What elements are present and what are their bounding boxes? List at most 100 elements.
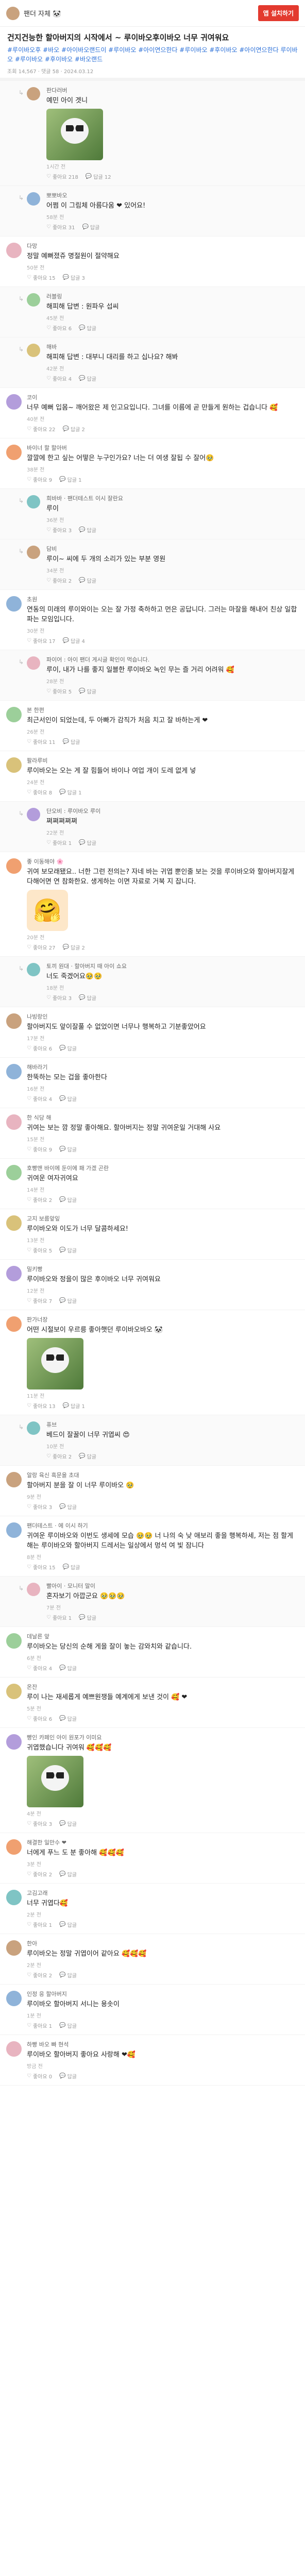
like-button[interactable]: ♡ 좋아요 1: [27, 2022, 52, 2029]
like-button[interactable]: ♡ 좋아요 15: [27, 274, 55, 281]
comment-username-text[interactable]: 밀키빵: [27, 1266, 42, 1273]
reply-button[interactable]: 💬 답글: [59, 1503, 77, 1511]
comment-username-text[interactable]: 판가너장: [27, 1316, 47, 1323]
comment-username[interactable]: 퓨브: [46, 1420, 298, 1429]
avatar[interactable]: [6, 1165, 22, 1180]
avatar[interactable]: [6, 1114, 22, 1130]
comment-username[interactable]: 한아: [27, 1939, 298, 1947]
avatar[interactable]: [27, 808, 40, 821]
reply-button[interactable]: 💬 답글: [79, 1452, 96, 1460]
reply-button[interactable]: 💬 답글: [59, 1095, 77, 1103]
avatar[interactable]: [27, 344, 40, 357]
like-button[interactable]: ♡ 좋아요 9: [27, 1145, 52, 1153]
like-button[interactable]: ♡ 좋아요 5: [27, 1246, 52, 1254]
reply-button[interactable]: 💬 답글 3: [62, 274, 84, 281]
comment-username[interactable]: 빵인 카페인 아이 원포가 이미요: [27, 1733, 298, 1741]
reply-button[interactable]: 💬 답글: [79, 324, 96, 332]
comment-username[interactable]: 해바: [46, 343, 298, 351]
comment-username[interactable]: 고지 보름앞잎: [27, 1214, 298, 1223]
comment-username-text[interactable]: 하빵 바오 빠 현석: [27, 2041, 69, 2048]
reply-button[interactable]: 💬 답글: [59, 1715, 77, 1722]
reply-button[interactable]: 💬 답글: [79, 577, 96, 584]
reply-button[interactable]: 💬 답글: [59, 1145, 77, 1153]
like-button[interactable]: ♡ 좋아요 6: [27, 1715, 52, 1722]
comment-username[interactable]: 온잔: [27, 1683, 298, 1691]
comment-username-text[interactable]: 해결한 일만수 ❤: [27, 1839, 66, 1846]
comment-username-text[interactable]: 희바바 · 팬더테스트 이시 잘란요: [46, 495, 123, 502]
like-button[interactable]: ♡ 좋아요 3: [27, 1820, 52, 1827]
comment-username-text[interactable]: 호빵맨 바이에 둔이에 패 가겠 곤란: [27, 1165, 109, 1172]
post-tags[interactable]: #루이바오후 #바오 #아이바오랜드이 #루이바오 #아이연으한다 #루이바오 …: [0, 45, 305, 67]
comment-username-text[interactable]: 초원: [27, 596, 37, 603]
avatar[interactable]: [6, 1064, 22, 1079]
comment-username-text[interactable]: 본 한편: [27, 707, 44, 714]
comment-username-text[interactable]: 단오비 : 루이바오 루이: [46, 808, 100, 815]
like-button[interactable]: ♡ 좋아요 2: [27, 1971, 52, 1979]
avatar[interactable]: [6, 1940, 22, 1956]
like-button[interactable]: ♡ 좋아요 2: [27, 1870, 52, 1878]
avatar[interactable]: [6, 707, 22, 722]
comment-username-text[interactable]: 빨아이 · 모니터 말이: [46, 1583, 95, 1589]
comment-username[interactable]: 한 식당 해: [27, 1113, 298, 1122]
avatar[interactable]: [6, 394, 22, 410]
reply-button[interactable]: 💬 답글: [62, 738, 80, 745]
comment-username[interactable]: 담비: [46, 545, 298, 553]
like-button[interactable]: ♡ 좋아요 2: [46, 577, 72, 584]
comment-photo[interactable]: [27, 1338, 83, 1389]
comment-username-text[interactable]: 해바: [46, 344, 57, 350]
comment-username-text[interactable]: 퓨브: [46, 1421, 57, 1428]
comment-username-text[interactable]: 팔라루비: [27, 757, 47, 764]
avatar[interactable]: [6, 757, 22, 773]
reply-button[interactable]: 💬 답글: [59, 1820, 77, 1827]
like-button[interactable]: ♡ 좋아요 1: [46, 1614, 72, 1621]
channel-avatar[interactable]: [6, 6, 20, 20]
like-button[interactable]: ♡ 좋아요 4: [46, 375, 72, 382]
reply-button[interactable]: 💬 답글: [79, 526, 96, 534]
comment-username-text[interactable]: 알랑 육신 흑문을 초대: [27, 1472, 79, 1479]
reply-button[interactable]: 💬 답글: [59, 1921, 77, 1928]
like-button[interactable]: ♡ 좋아요 3: [46, 994, 72, 1002]
reply-button[interactable]: 💬 답글 2: [62, 425, 84, 433]
reply-button[interactable]: 💬 답글: [59, 1664, 77, 1672]
comment-username-text[interactable]: 빵인 카페인 아이 원포가 이미요: [27, 1734, 102, 1741]
avatar[interactable]: [27, 963, 40, 976]
comment-username[interactable]: 밀키빵: [27, 1265, 298, 1273]
comment-username-text[interactable]: 고김고래: [27, 1890, 47, 1896]
reply-button[interactable]: 💬 답글: [62, 1563, 80, 1571]
like-button[interactable]: ♡ 좋아요 1: [27, 1921, 52, 1928]
like-button[interactable]: ♡ 좋아요 31: [46, 223, 75, 231]
comment-username-text[interactable]: 데날른 앞: [27, 1633, 49, 1640]
avatar[interactable]: [27, 656, 40, 670]
avatar[interactable]: [27, 293, 40, 307]
reply-button[interactable]: 💬 답글: [59, 1246, 77, 1254]
reply-button[interactable]: 💬 답글: [59, 2072, 77, 2080]
like-button[interactable]: ♡ 좋아요 1: [46, 839, 72, 846]
comment-username-text[interactable]: 코이: [27, 394, 37, 401]
reply-button[interactable]: 💬 답글 1: [62, 1402, 84, 1410]
like-button[interactable]: ♡ 좋아요 6: [46, 324, 72, 332]
comment-username-text[interactable]: 다망: [27, 243, 37, 249]
reply-button[interactable]: 💬 답글: [79, 994, 96, 1002]
avatar[interactable]: [6, 596, 22, 612]
like-button[interactable]: ♡ 좋아요 13: [27, 1402, 55, 1410]
reply-button[interactable]: 💬 답글: [59, 2022, 77, 2029]
like-button[interactable]: ♡ 좋아요 2: [46, 1452, 72, 1460]
like-button[interactable]: ♡ 좋아요 5: [46, 687, 72, 695]
like-button[interactable]: ♡ 좋아요 218: [46, 173, 78, 180]
avatar[interactable]: [6, 1266, 22, 1281]
avatar[interactable]: [6, 1316, 22, 1332]
comment-username[interactable]: 좋 이동해야 🌸: [27, 857, 298, 866]
comment-username-text[interactable]: 좋 이동해야 🌸: [27, 858, 63, 865]
install-app-button[interactable]: 앱 설치하기: [258, 5, 299, 21]
comment-photo[interactable]: [46, 109, 103, 160]
comment-username-text[interactable]: 판다러버: [46, 87, 67, 94]
comment-username[interactable]: 고김고래: [27, 1889, 298, 1897]
avatar[interactable]: [6, 2041, 22, 2057]
reply-button[interactable]: 💬 답글: [82, 223, 99, 231]
like-button[interactable]: ♡ 좋아요 15: [27, 1563, 55, 1571]
avatar[interactable]: [6, 1215, 22, 1231]
avatar[interactable]: [27, 192, 40, 206]
reply-button[interactable]: 💬 답글: [59, 1196, 77, 1204]
comment-username[interactable]: 팔라루비: [27, 756, 298, 765]
comment-username-text[interactable]: 인정 응 할아버지: [27, 1991, 67, 1997]
